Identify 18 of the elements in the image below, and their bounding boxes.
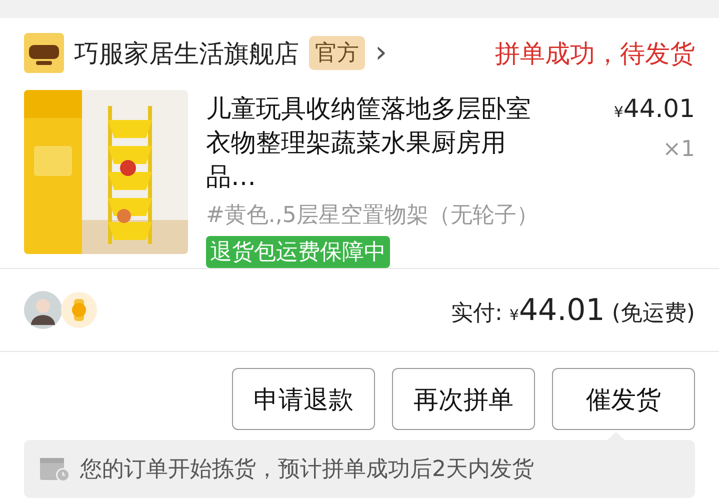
chevron[interactable]: › (375, 38, 387, 68)
avatar-icon (60, 291, 98, 329)
avatar-icon (24, 291, 62, 329)
official-badge: 官方 (309, 36, 365, 70)
action-button[interactable]: 再次拼单 (392, 368, 535, 430)
store-name[interactable]: 巧服家居生活旗舰店 (74, 36, 299, 70)
notice-text: 您的订单开始拣货，预计拼单成功后2天内发货 (80, 456, 534, 484)
paid-amount: 实付: ¥44.01 (免运费) (450, 292, 695, 328)
action-button[interactable]: 申请退款 (232, 368, 375, 430)
order-status: 拼单成功，待发货 (495, 38, 695, 70)
guarantee-tag: 退货包运费保障中 (206, 236, 390, 268)
quantity: ×1 (662, 137, 695, 162)
action-button[interactable]: 催发货 (552, 368, 695, 430)
calendar-clock-icon (40, 456, 70, 482)
store-logo-icon (24, 33, 64, 73)
product-price: ¥44.01 (614, 93, 695, 125)
product-spec: #黄色.,5层星空置物架（无轮子） (206, 202, 540, 230)
product-title[interactable]: 儿童玩具收纳筐落地多层卧室衣物整理架蔬菜水果厨房用品… (206, 92, 553, 194)
